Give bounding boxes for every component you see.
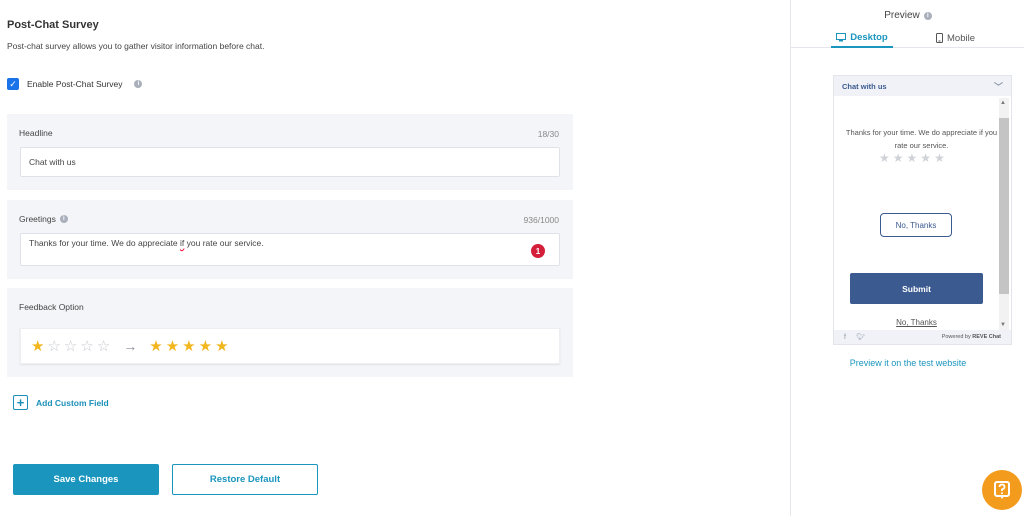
greetings-char-count: 936/1000	[523, 215, 559, 225]
save-changes-button[interactable]: Save Changes	[13, 464, 159, 495]
powered-by-label: Powered by	[941, 334, 971, 340]
scroll-up-icon[interactable]: ▲	[1000, 100, 1006, 106]
star-icon[interactable]: ★	[879, 152, 890, 164]
twitter-icon[interactable]: 🐦︎	[856, 333, 865, 341]
feedback-label: Feedback Option	[19, 302, 84, 312]
widget-header: Chat with us ﹀	[834, 76, 1011, 96]
star-icon: ★	[182, 337, 196, 355]
headline-input[interactable]: Chat with us	[20, 147, 560, 177]
star-icon[interactable]: ★	[893, 152, 904, 164]
star-icon: ★	[215, 337, 229, 355]
enable-survey-label: Enable Post-Chat Survey	[27, 79, 123, 89]
tab-desktop[interactable]: Desktop	[831, 28, 893, 48]
mobile-icon	[936, 33, 943, 43]
headline-char-count: 18/30	[537, 129, 559, 139]
widget-scrollbar[interactable]: ▲ ▼	[999, 98, 1009, 330]
restore-default-button[interactable]: Restore Default	[172, 464, 318, 495]
error-badge[interactable]: 1	[531, 244, 545, 258]
star-icon: ★	[198, 337, 213, 355]
greetings-panel: Greetings i 936/1000 Thanks for your tim…	[7, 200, 573, 279]
page-title: Post-Chat Survey	[7, 19, 99, 31]
widget-submit-button[interactable]: Submit	[850, 273, 983, 304]
headline-panel: Headline 18/30 Chat with us	[7, 114, 573, 190]
help-icon	[994, 481, 1010, 499]
star-outline-icon: ☆	[96, 337, 111, 355]
facebook-icon[interactable]: f	[844, 334, 846, 341]
help-button[interactable]	[982, 470, 1022, 510]
star-icon: ★	[31, 337, 45, 355]
star-icon[interactable]: ★	[907, 152, 918, 164]
widget-body: Thanks for your time. We do appreciate i…	[834, 96, 999, 332]
scroll-down-icon[interactable]: ▼	[1000, 322, 1006, 328]
headline-label: Headline	[19, 128, 53, 138]
page-subtitle: Post-chat survey allows you to gather vi…	[7, 41, 265, 51]
widget-message: Thanks for your time. We do appreciate i…	[845, 128, 998, 150]
widget-no-thanks-link[interactable]: No, Thanks	[834, 318, 999, 327]
widget-header-title: Chat with us	[842, 81, 887, 91]
widget-rating[interactable]: ★ ★ ★ ★ ★	[879, 152, 945, 164]
greetings-text-part: you rate our service.	[184, 238, 264, 248]
greetings-textarea[interactable]: Thanks for your time. We do appreciate i…	[20, 233, 560, 266]
settings-panel: Post-Chat Survey Post-chat survey allows…	[0, 0, 790, 516]
preview-panel: Preview i Desktop Mobile Chat with us ﹀ …	[790, 0, 1024, 516]
plus-icon: +	[13, 395, 28, 410]
add-custom-field-label: Add Custom Field	[36, 397, 109, 408]
tab-mobile[interactable]: Mobile	[936, 28, 975, 48]
feedback-rating-option[interactable]: ★ ☆ ☆ ☆ ☆ → ★ ★ ★ ★ ★	[20, 328, 560, 364]
star-icon[interactable]: ★	[920, 152, 931, 164]
feedback-panel: Feedback Option ★ ☆ ☆ ☆ ☆ → ★ ★ ★ ★ ★	[7, 288, 573, 377]
preview-title: Preview	[884, 10, 920, 21]
desktop-icon	[836, 32, 847, 41]
chevron-down-icon[interactable]: ﹀	[994, 80, 1003, 93]
star-outline-icon: ☆	[63, 337, 78, 355]
star-outline-icon: ☆	[80, 337, 94, 355]
powered-by: Powered by REVE Chat	[942, 334, 1001, 340]
star-outline-icon: ☆	[47, 337, 61, 355]
enable-survey-checkbox[interactable]: ✓	[7, 78, 19, 90]
tab-mobile-label: Mobile	[947, 32, 975, 44]
chat-widget-preview: Chat with us ﹀ Thanks for your time. We …	[833, 75, 1012, 345]
brand-name: REVE Chat	[972, 334, 1001, 340]
greetings-label: Greetings	[19, 214, 56, 224]
add-custom-field-button[interactable]: + Add Custom Field	[13, 395, 109, 410]
info-icon[interactable]: i	[923, 11, 932, 20]
arrow-right-icon: →	[123, 338, 138, 354]
preview-tabs: Desktop Mobile	[791, 28, 1024, 48]
scrollbar-thumb[interactable]	[999, 118, 1009, 294]
greetings-label-row: Greetings i	[19, 214, 68, 224]
star-icon: ★	[165, 337, 180, 355]
info-icon[interactable]: i	[134, 80, 143, 88]
preview-title-row: Preview i	[791, 10, 1024, 21]
star-icon[interactable]: ★	[934, 152, 945, 164]
tab-desktop-label: Desktop	[850, 31, 888, 43]
preview-test-website-link[interactable]: Preview it on the test website	[791, 358, 1024, 368]
greetings-text-part: Thanks for your time. We do appreciate	[29, 238, 181, 248]
info-icon[interactable]: i	[59, 215, 68, 223]
star-icon: ★	[149, 337, 163, 355]
widget-footer: f 🐦︎ Powered by REVE Chat	[834, 330, 1011, 344]
widget-no-thanks-button[interactable]: No, Thanks	[880, 213, 952, 237]
enable-survey-row: ✓ Enable Post-Chat Survey i	[7, 78, 143, 90]
